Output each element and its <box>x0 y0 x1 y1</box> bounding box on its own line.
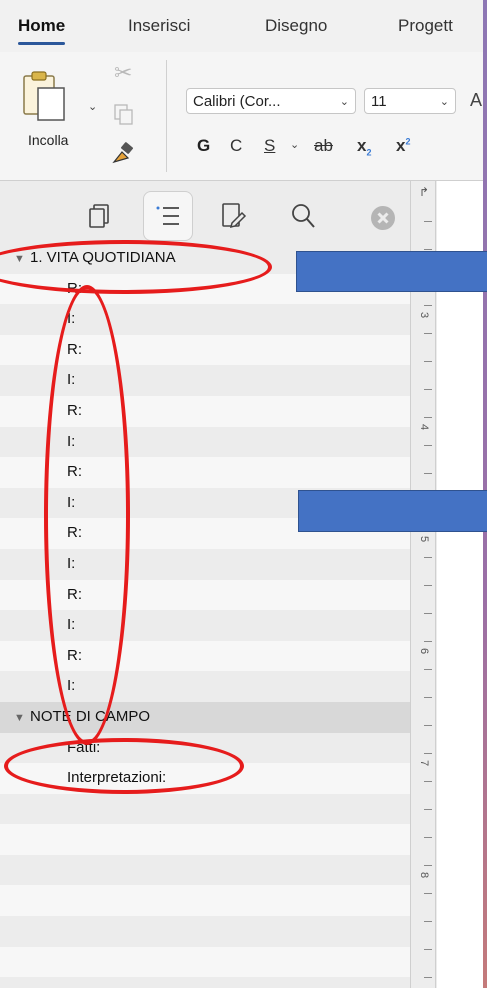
ruler-tick <box>424 333 432 334</box>
toolbar-separator <box>166 60 167 172</box>
ruler-tick <box>424 725 432 726</box>
vertical-ruler: ↱ 3 4 5 6 7 8 <box>410 181 436 988</box>
copy-icon[interactable] <box>114 104 134 131</box>
italic-button[interactable]: C <box>230 136 242 156</box>
ribbon-tabs: Home Inserisci Disegno Progett <box>0 0 483 52</box>
ruler-tick <box>424 361 432 362</box>
cut-icon[interactable]: ✂ <box>114 60 132 86</box>
tab-home[interactable]: Home <box>18 16 66 45</box>
ruler-tick <box>424 865 432 866</box>
empty-row <box>0 824 410 855</box>
chevron-down-icon: ⌄ <box>339 96 349 108</box>
chevron-down-icon: ⌄ <box>439 96 449 108</box>
tab-disegno[interactable]: Disegno <box>265 16 327 36</box>
heading-item-selected[interactable]: ▼ NOTE DI CAMPO <box>0 701 410 734</box>
triangle-down-icon[interactable]: ▼ <box>14 703 30 734</box>
font-size-dropdown[interactable]: 11 ⌄ <box>364 88 456 114</box>
empty-row <box>0 855 410 886</box>
empty-row <box>0 794 410 825</box>
navigation-toolbar <box>0 181 410 243</box>
ruler-tick <box>424 921 432 922</box>
indent-marker-icon[interactable]: ↱ <box>419 185 429 199</box>
ruler-tick <box>424 641 432 642</box>
underline-chevron-icon[interactable]: ⌄ <box>290 138 299 151</box>
ruler-tick <box>424 697 432 698</box>
ruler-tick <box>424 893 432 894</box>
thumbnails-icon[interactable] <box>86 201 116 231</box>
strikethrough-button[interactable]: ab <box>314 136 333 156</box>
ruler-tick <box>424 809 432 810</box>
ruler-tick <box>424 669 432 670</box>
ruler-number: 3 <box>418 311 431 319</box>
bold-button[interactable]: G <box>197 136 210 156</box>
ruler-tick <box>424 781 432 782</box>
ruler-tick <box>424 613 432 614</box>
ruler-number: 4 <box>418 423 431 431</box>
ruler-tick <box>424 977 432 978</box>
font-size-value: 11 <box>371 93 387 110</box>
tab-inserisci[interactable]: Inserisci <box>128 16 190 36</box>
ruler-tick <box>424 249 432 250</box>
empty-row <box>0 885 410 917</box>
ruler-tick <box>424 557 432 558</box>
paste-chevron-icon[interactable]: ⌄ <box>88 100 97 113</box>
ruler-tick <box>424 949 432 950</box>
underline-button[interactable]: S <box>264 136 275 156</box>
format-painter-icon[interactable] <box>110 140 136 169</box>
clipboard-icon <box>22 70 68 127</box>
ruler-tick <box>424 585 432 586</box>
ruler-tick <box>424 305 432 306</box>
empty-row <box>0 946 410 978</box>
ruler-number: 6 <box>418 647 431 655</box>
search-icon[interactable] <box>288 201 318 231</box>
document-page[interactable] <box>437 181 483 988</box>
tab-progettazione[interactable]: Progett <box>398 16 453 36</box>
ruler-tick <box>424 753 432 754</box>
headings-outline-icon[interactable] <box>143 191 193 241</box>
ruler-number: 7 <box>418 759 431 767</box>
annotation-blue-box <box>296 251 487 292</box>
ruler-tick <box>424 389 432 390</box>
ruler-number: 5 <box>418 535 431 543</box>
ruler-number: 8 <box>418 871 431 879</box>
ribbon-toolbar: ⌄ Incolla ✂ Calibri (Cor... ⌄ 11 ⌄ A G C… <box>0 52 483 181</box>
ruler-tick <box>424 417 432 418</box>
ruler-tick <box>424 473 432 474</box>
font-name-value: Calibri (Cor... <box>193 93 281 110</box>
ruler-tick <box>424 445 432 446</box>
grow-font-icon[interactable]: A <box>470 90 482 111</box>
ruler-tick <box>424 221 432 222</box>
paste-label: Incolla <box>28 132 69 148</box>
annotation-red-ellipse <box>44 285 130 745</box>
superscript-button[interactable]: x2 <box>396 136 410 156</box>
subscript-button[interactable]: x2 <box>357 136 371 157</box>
revisions-icon[interactable] <box>218 201 248 231</box>
font-name-dropdown[interactable]: Calibri (Cor... ⌄ <box>186 88 356 114</box>
annotation-red-ellipse <box>4 738 244 794</box>
close-icon[interactable] <box>368 203 395 230</box>
annotation-blue-box <box>298 490 487 532</box>
ruler-tick <box>424 837 432 838</box>
empty-row <box>0 916 410 947</box>
